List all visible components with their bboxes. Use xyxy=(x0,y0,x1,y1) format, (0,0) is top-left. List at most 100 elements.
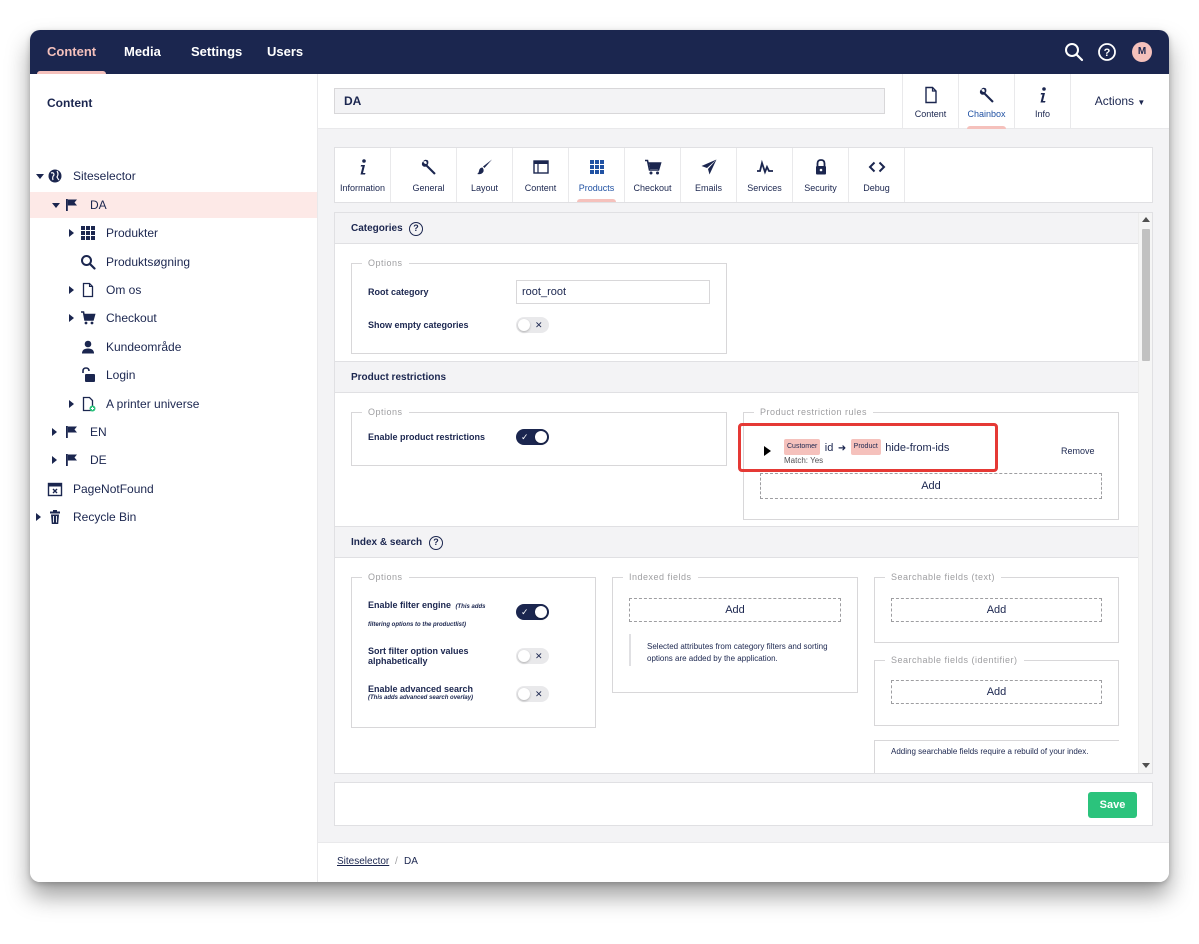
fieldset-legend: Options xyxy=(362,572,409,582)
tree-item-produktsogning[interactable]: Produktsøgning xyxy=(30,249,317,275)
caret-right-icon[interactable] xyxy=(52,428,57,436)
help-icon[interactable]: ? xyxy=(1096,41,1118,63)
expand-rule-icon[interactable] xyxy=(764,446,771,456)
show-empty-categories-toggle[interactable]: ✕ xyxy=(516,317,549,333)
tab-label: Layout xyxy=(470,183,499,193)
scroll-down-icon[interactable] xyxy=(1142,763,1150,768)
sort-filter-values-toggle[interactable]: ✕ xyxy=(516,648,549,664)
pulse-icon xyxy=(757,159,773,175)
app-chainbox[interactable]: Chainbox xyxy=(958,74,1014,129)
add-searchable-identifier-button[interactable]: Add xyxy=(891,680,1102,704)
fieldset-legend: Indexed fields xyxy=(623,572,698,582)
filter-engine-toggle[interactable]: ✓ xyxy=(516,604,549,620)
tree-item-om-os[interactable]: Om os xyxy=(30,277,317,303)
tree-item-login[interactable]: Login xyxy=(30,362,317,388)
caret-down-icon[interactable] xyxy=(52,203,60,208)
tab-label: Information xyxy=(339,183,386,193)
section-title: Categories xyxy=(351,223,403,234)
scroll-up-icon[interactable] xyxy=(1142,217,1150,222)
tree-item-da[interactable]: DA xyxy=(30,192,317,218)
tab-information[interactable]: Information xyxy=(335,148,391,202)
filter-engine-label-group: Enable filter engine (This adds filterin… xyxy=(368,595,496,631)
code-icon xyxy=(868,161,886,173)
add-searchable-text-button[interactable]: Add xyxy=(891,598,1102,622)
top-bar: Content Media Settings Users ? M xyxy=(30,30,1169,74)
topnav-settings[interactable]: Settings xyxy=(191,30,242,74)
tab-security[interactable]: Security xyxy=(793,148,849,202)
tree-item-pagenotfound[interactable]: PageNotFound xyxy=(30,476,317,502)
categories-options: Options Root category root_root Show emp… xyxy=(351,258,727,354)
tree-item-de[interactable]: DE xyxy=(30,447,317,473)
desc-divider xyxy=(629,634,631,666)
caret-right-icon[interactable] xyxy=(52,456,57,464)
scroll-thumb[interactable] xyxy=(1142,229,1150,361)
breadcrumb-siteselector[interactable]: Siteselector xyxy=(337,843,389,881)
tab-label: Debug xyxy=(863,183,890,193)
tab-content[interactable]: Content xyxy=(513,148,569,202)
tab-label: Content xyxy=(524,183,557,193)
save-button[interactable]: Save xyxy=(1088,792,1137,818)
tab-layout[interactable]: Layout xyxy=(457,148,513,202)
grid-icon xyxy=(81,226,95,240)
fieldset-legend: Searchable fields (identifier) xyxy=(885,655,1024,665)
add-rule-button[interactable]: Add xyxy=(760,473,1102,499)
section-title: Product restrictions xyxy=(351,372,447,383)
tree-item-checkout[interactable]: Checkout xyxy=(30,305,317,331)
app-label: Chainbox xyxy=(967,109,1006,119)
tab-debug[interactable]: Debug xyxy=(849,148,905,202)
user-avatar[interactable]: M xyxy=(1132,42,1152,62)
brush-icon xyxy=(477,159,492,175)
unlock-icon xyxy=(82,367,95,382)
root-category-input[interactable]: root_root xyxy=(516,280,710,304)
main-area: DA Content Chainbox Info Actions ▼ Infor… xyxy=(318,74,1169,882)
tree-item-a-printer-universe[interactable]: A printer universe xyxy=(30,391,317,417)
tree-item-label: Produktsøgning xyxy=(106,255,191,269)
help-icon[interactable]: ? xyxy=(409,222,423,236)
tree-item-produkter[interactable]: Produkter xyxy=(30,220,317,246)
tree-item-label: Produkter xyxy=(106,226,159,240)
toggle-knob xyxy=(518,319,530,331)
add-indexed-field-button[interactable]: Add xyxy=(629,598,841,622)
caret-right-icon[interactable] xyxy=(69,286,74,294)
actions-menu-button[interactable]: Actions ▼ xyxy=(1070,74,1169,129)
user-icon xyxy=(82,340,94,354)
wrench-icon xyxy=(979,87,994,103)
app-window: Content Media Settings Users ? M Content… xyxy=(30,30,1169,882)
arrow-right-icon: ➜ xyxy=(837,443,847,455)
caret-down-icon[interactable] xyxy=(36,174,44,179)
tab-emails[interactable]: Emails xyxy=(681,148,737,202)
tab-services[interactable]: Services xyxy=(737,148,793,202)
document-icon xyxy=(82,282,94,298)
tree-title: Content xyxy=(47,96,93,110)
tree-item-siteselector[interactable]: Siteselector xyxy=(30,163,317,189)
editor-header: DA Content Chainbox Info Actions ▼ xyxy=(318,74,1169,129)
search-icon xyxy=(81,255,96,270)
actions-label: Actions xyxy=(1094,94,1135,108)
info-icon xyxy=(1040,87,1046,103)
toggle-check-icon: ✓ xyxy=(521,607,529,617)
panel-scrollbar[interactable] xyxy=(1138,213,1152,773)
caret-right-icon[interactable] xyxy=(69,314,74,322)
tab-products[interactable]: Products xyxy=(569,148,625,202)
tree-item-recycle-bin[interactable]: Recycle Bin xyxy=(30,504,317,530)
node-name-input[interactable]: DA xyxy=(334,88,885,114)
topnav-media[interactable]: Media xyxy=(124,30,161,74)
remove-rule-button[interactable]: Remove xyxy=(1061,446,1095,456)
tree-item-kundeomrade[interactable]: Kundeområde xyxy=(30,334,317,360)
enable-product-restrictions-toggle[interactable]: ✓ xyxy=(516,429,549,445)
topnav-users[interactable]: Users xyxy=(267,30,303,74)
restriction-rule[interactable]: Customer id ➜ Product hide-from-ids xyxy=(784,439,949,456)
app-content[interactable]: Content xyxy=(902,74,958,129)
advanced-search-toggle[interactable]: ✕ xyxy=(516,686,549,702)
tab-general[interactable]: General xyxy=(401,148,457,202)
caret-right-icon[interactable] xyxy=(36,513,41,521)
app-info[interactable]: Info xyxy=(1014,74,1070,129)
caret-right-icon[interactable] xyxy=(69,400,74,408)
topnav-content[interactable]: Content xyxy=(36,30,107,74)
help-icon[interactable]: ? xyxy=(429,536,443,550)
tree-item-en[interactable]: EN xyxy=(30,419,317,445)
tree-item-label: DE xyxy=(90,453,107,467)
tab-checkout[interactable]: Checkout xyxy=(625,148,681,202)
caret-right-icon[interactable] xyxy=(69,229,74,237)
search-icon[interactable] xyxy=(1063,41,1085,63)
